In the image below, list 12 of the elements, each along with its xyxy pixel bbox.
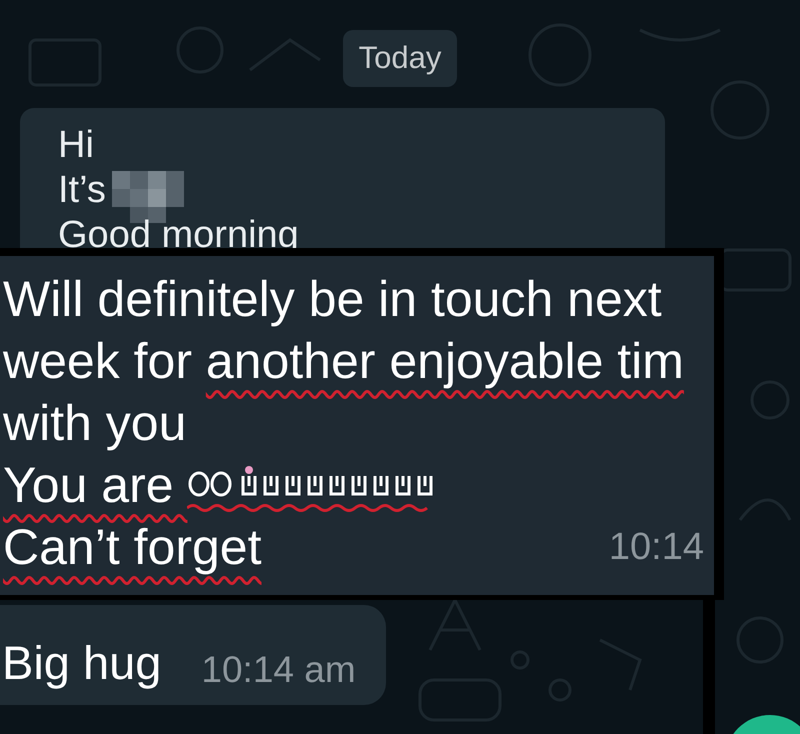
message-text: You are	[3, 454, 448, 516]
message-time: 10:14 am	[201, 649, 356, 691]
message-text: It’s	[58, 168, 106, 210]
message-text: with you	[3, 394, 186, 453]
date-chip: Today	[342, 30, 458, 86]
message-text: Will definitely be in touch next	[3, 270, 662, 329]
message-time: 10:14	[608, 525, 704, 570]
message-text: Can’t forget	[3, 518, 262, 577]
message-text: week for another enjoyable tim	[3, 332, 684, 391]
message-text: Big hug	[2, 635, 162, 691]
message-text: Hi	[58, 124, 94, 166]
message-text: Good morning	[58, 214, 299, 256]
